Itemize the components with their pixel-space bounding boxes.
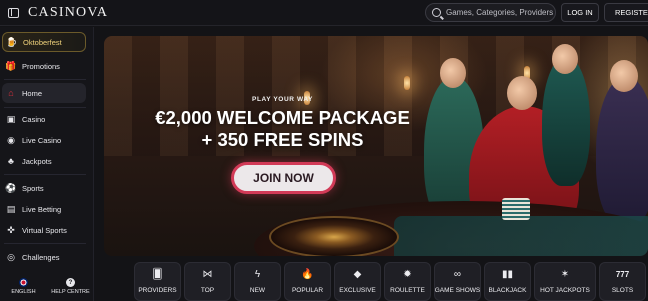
sidebar-toggle-button[interactable]: [2, 0, 24, 26]
sidebar-item-label: Live Betting: [22, 204, 62, 214]
target-icon: ◎: [7, 251, 15, 262]
hero-figure: [542, 44, 590, 186]
sidebar-item-label: Challenges: [22, 252, 60, 262]
sidebar-item-label: Casino: [22, 114, 46, 124]
category-bar: 🂠 PROVIDERS ⋈ TOP ϟ NEW 🔥 POPULAR ◆ EXCL…: [134, 262, 646, 301]
card-icon: 🂠: [152, 269, 163, 280]
category-label: TOP: [200, 287, 215, 294]
sidebar: 🍺 Oktoberfest 🎁 Promotions ⌂ Home ▣ Casi…: [0, 27, 94, 301]
sidebar-item-live-casino[interactable]: ◉ Live Casino: [2, 130, 86, 150]
chip-stack: [502, 198, 530, 220]
category-label: NEW: [249, 287, 266, 294]
sidebar-item-label: Jackpots: [22, 156, 52, 166]
slot-icon: ▣: [6, 113, 16, 124]
category-label: ROULETTE: [390, 287, 425, 294]
category-new[interactable]: ϟ NEW: [234, 262, 281, 301]
sidebar-item-label: Virtual Sports: [22, 225, 67, 235]
hero-text-block: PLAY YOUR WAY €2,000 WELCOME PACKAGE + 3…: [150, 96, 415, 151]
bowtie-icon: ⋈: [202, 269, 213, 280]
sidebar-item-sports[interactable]: ⚽ Sports: [2, 178, 86, 198]
jackpot-icon: ✶: [560, 269, 570, 280]
sidebar-item-virtual-sports[interactable]: ✜ Virtual Sports: [2, 220, 86, 240]
hero-kicker: PLAY YOUR WAY: [252, 96, 313, 103]
sidebar-item-challenges[interactable]: ◎ Challenges: [2, 247, 86, 267]
category-label: EXCLUSIVE: [339, 287, 376, 294]
help-icon: ?: [66, 278, 75, 287]
category-top[interactable]: ⋈ TOP: [184, 262, 231, 301]
mask-icon: ∞: [453, 269, 462, 280]
sidebar-item-oktoberfest[interactable]: 🍺 Oktoberfest: [2, 32, 86, 52]
category-roulette[interactable]: ✹ ROULETTE: [384, 262, 431, 301]
help-label: HELP CENTRE: [51, 289, 90, 295]
category-label: GAME SHOWS: [434, 287, 481, 294]
category-exclusive[interactable]: ◆ EXCLUSIVE: [334, 262, 381, 301]
lightning-icon: ϟ: [254, 269, 261, 280]
join-now-button[interactable]: JOIN NOW: [231, 162, 336, 194]
clover-icon: ♣: [8, 156, 14, 166]
gift-icon: 🎁: [5, 60, 17, 71]
diamond-icon: ◆: [353, 269, 362, 280]
language-button[interactable]: ENGLISH: [0, 272, 47, 301]
soccer-ball-icon: ⚽: [5, 182, 17, 193]
top-header: CASINOVA LOG IN REGISTER: [0, 0, 648, 26]
hero-title-line1: €2,000 WELCOME PACKAGE: [155, 107, 410, 128]
category-blackjack[interactable]: ▮▮ BLACKJACK: [484, 262, 531, 301]
sidebar-item-label: Oktoberfest: [23, 37, 62, 47]
sidebar-item-live-betting[interactable]: ▤ Live Betting: [2, 199, 86, 219]
category-providers[interactable]: 🂠 PROVIDERS: [134, 262, 181, 301]
flame-icon: 🔥: [301, 269, 314, 280]
scoreboard-icon: ▤: [6, 203, 16, 214]
sidebar-footer: ENGLISH ? HELP CENTRE: [0, 272, 94, 301]
category-label: BLACKJACK: [488, 287, 527, 294]
sidebar-item-label: Live Casino: [22, 135, 62, 145]
category-label: POPULAR: [291, 287, 324, 294]
roulette-icon: ✹: [403, 269, 412, 280]
slots-777-icon: 777: [615, 270, 630, 279]
table-felt: [394, 216, 648, 256]
category-hot-jackpots[interactable]: ✶ HOT JACKPOTS: [534, 262, 596, 301]
search-box[interactable]: [425, 3, 556, 22]
sidebar-divider: [4, 79, 86, 80]
hero-banner[interactable]: PLAY YOUR WAY €2,000 WELCOME PACKAGE + 3…: [104, 36, 648, 256]
category-label: SLOTS: [611, 287, 634, 294]
sidebar-item-promotions[interactable]: 🎁 Promotions: [2, 56, 86, 76]
language-label: ENGLISH: [11, 289, 36, 295]
sidebar-item-label: Sports: [22, 183, 44, 193]
category-game-shows[interactable]: ∞ GAME SHOWS: [434, 262, 481, 301]
cards-icon: ▮▮: [501, 269, 513, 280]
help-centre-button[interactable]: ? HELP CENTRE: [47, 272, 94, 301]
sidebar-item-label: Promotions: [22, 61, 60, 71]
sidebar-item-jackpots[interactable]: ♣ Jackpots: [2, 151, 86, 171]
hero-title-line2: + 350 FREE SPINS: [201, 129, 364, 150]
home-icon: ⌂: [8, 88, 14, 98]
hero-figure: [596, 60, 648, 226]
category-label: PROVIDERS: [138, 287, 177, 294]
sidebar-item-casino[interactable]: ▣ Casino: [2, 109, 86, 129]
search-input[interactable]: [446, 8, 556, 17]
sidebar-item-home[interactable]: ⌂ Home: [2, 83, 86, 103]
category-label: HOT JACKPOTS: [540, 287, 590, 294]
sidebar-divider: [4, 174, 86, 175]
sidebar-divider: [4, 107, 86, 108]
controller-icon: ✜: [7, 224, 15, 235]
category-slots[interactable]: 777 SLOTS: [599, 262, 646, 301]
login-button[interactable]: LOG IN: [561, 3, 599, 22]
roulette-wheel: [269, 216, 399, 256]
sidebar-divider: [4, 243, 86, 244]
register-button[interactable]: REGISTER: [604, 3, 648, 22]
uk-flag-icon: [19, 278, 28, 287]
sidebar-toggle-icon: [7, 7, 19, 18]
beer-mug-icon: 🍺: [6, 36, 18, 47]
sidebar-item-label: Home: [22, 88, 43, 98]
wall-lamp: [404, 76, 410, 90]
chat-icon: ◉: [7, 134, 15, 145]
search-icon: [432, 8, 441, 17]
site-logo[interactable]: CASINOVA: [28, 5, 108, 21]
category-popular[interactable]: 🔥 POPULAR: [284, 262, 331, 301]
